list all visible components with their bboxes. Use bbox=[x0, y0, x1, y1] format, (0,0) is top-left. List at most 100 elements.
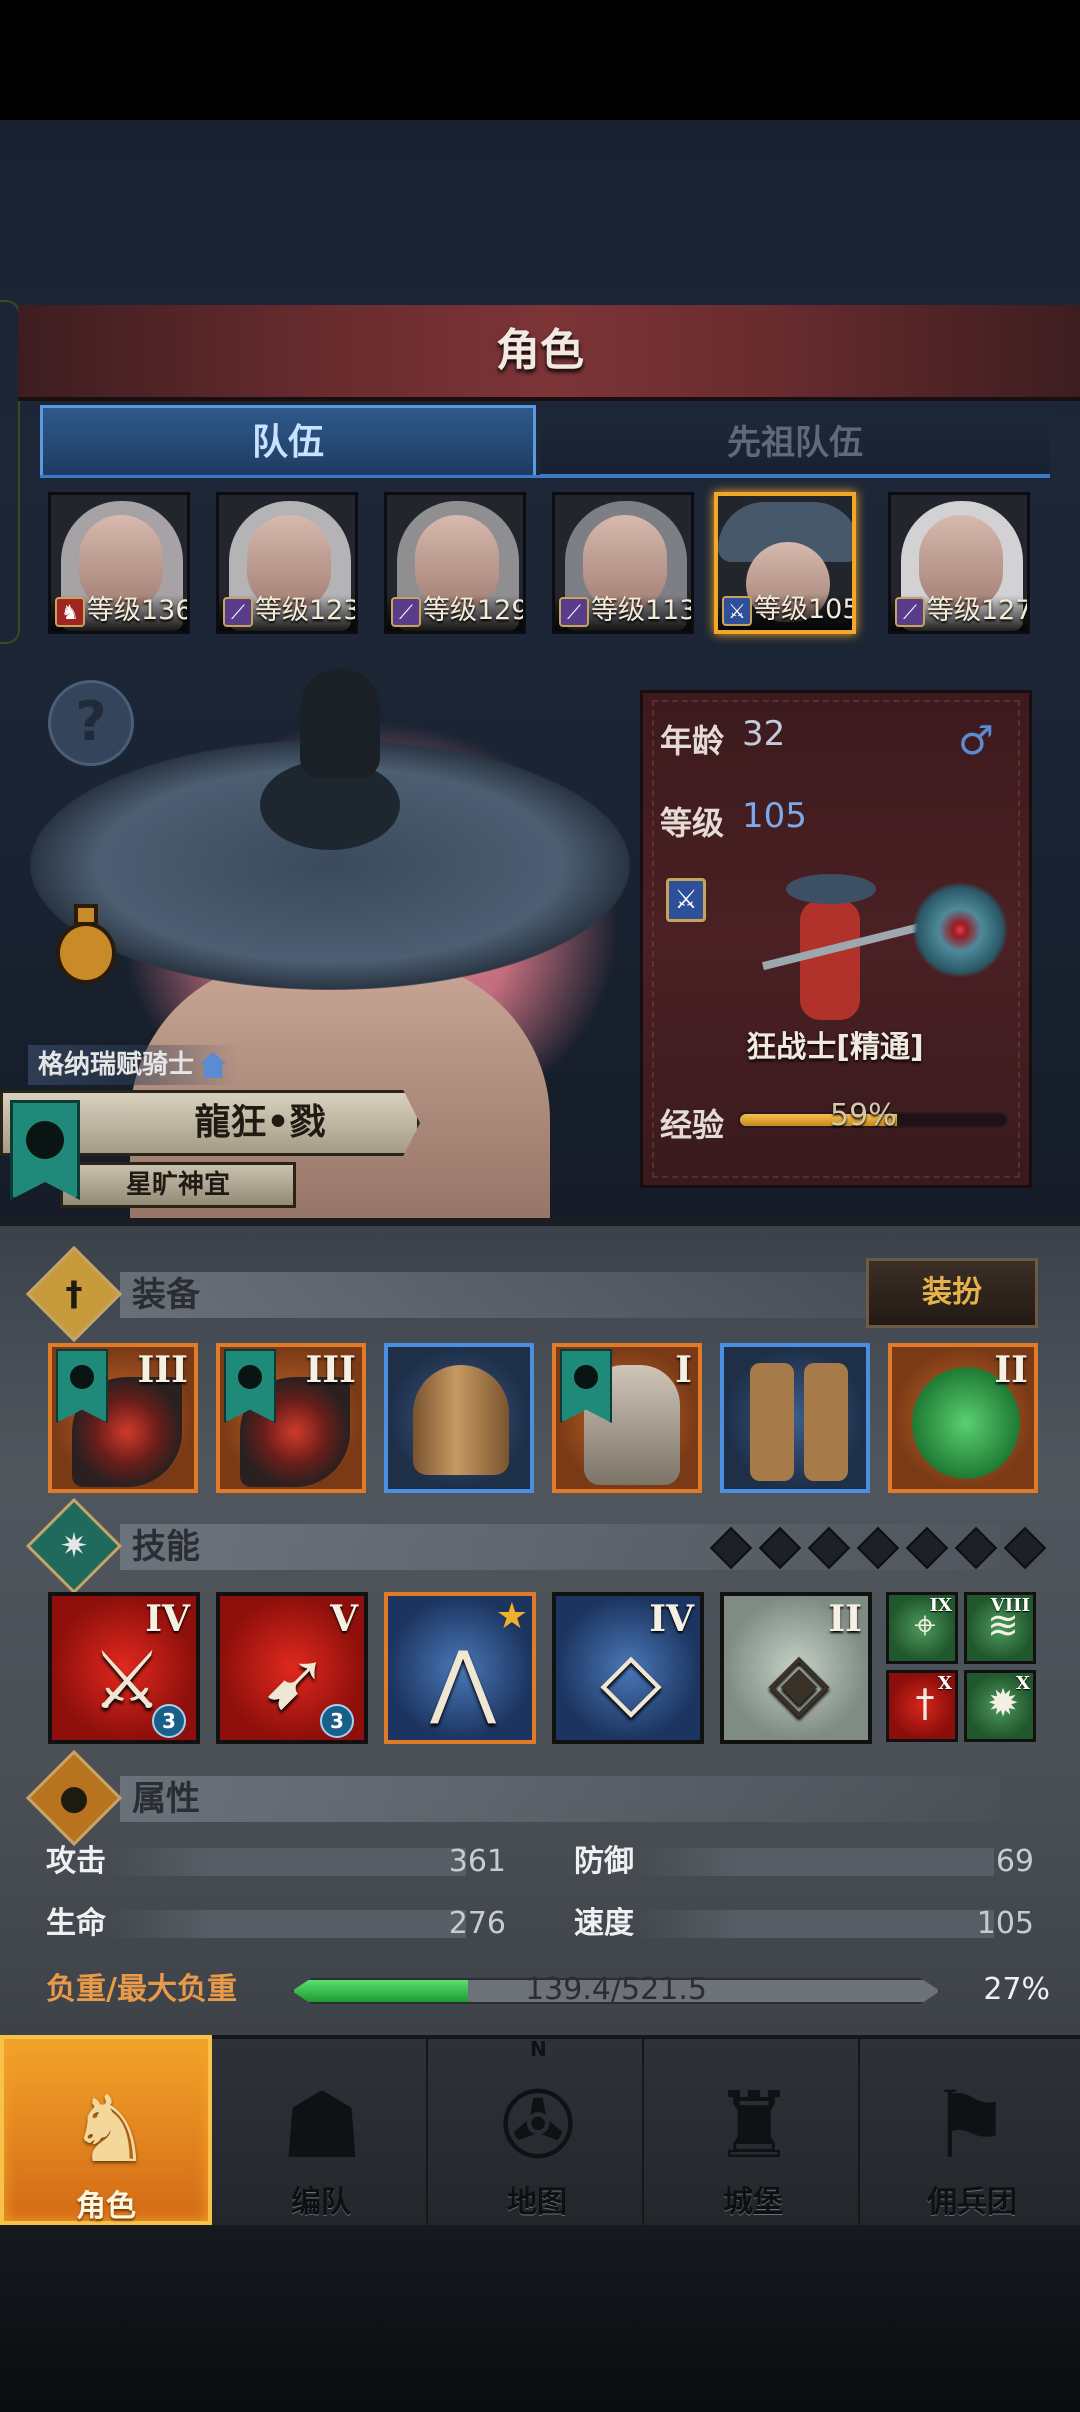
castle-icon: ♜ bbox=[712, 2072, 796, 2179]
class-figure-body bbox=[800, 900, 860, 1020]
passive-skill-3[interactable]: † X bbox=[886, 1670, 958, 1742]
skills-title: 技能 bbox=[132, 1527, 200, 1567]
class-figure-hat bbox=[786, 874, 876, 904]
skill-slot-4[interactable]: ◇ IV bbox=[552, 1592, 704, 1744]
equipment-title: 装备 bbox=[132, 1275, 200, 1315]
sun-emblem bbox=[238, 1365, 262, 1389]
team-member-portrait-selected[interactable]: ⚔ 等级105 bbox=[714, 492, 856, 634]
passive-skill-2[interactable]: ≋ VIII bbox=[964, 1592, 1036, 1664]
skill-badge: 3 bbox=[152, 1704, 186, 1738]
weight-percent: 27% bbox=[983, 1972, 1050, 2007]
sun-emblem bbox=[574, 1365, 598, 1389]
knight-icon: ♞ bbox=[68, 2076, 152, 2183]
nav-label: 角色 bbox=[76, 2189, 136, 2224]
equipment-rank: I bbox=[675, 1349, 692, 1391]
helmet-icon: ☗ bbox=[280, 2072, 364, 2179]
star-icon: ★ bbox=[495, 1596, 528, 1637]
age-label: 年龄 bbox=[660, 722, 725, 760]
weight-label: 负重/最大负重 bbox=[46, 1972, 237, 2007]
stat-label: 攻击 bbox=[46, 1844, 106, 1879]
skill-slot-2[interactable]: ➹ V 3 bbox=[216, 1592, 368, 1744]
level-label: 等级 bbox=[660, 804, 725, 842]
skill-star-icon: ✷ bbox=[59, 1526, 89, 1566]
skill-badge: 3 bbox=[320, 1704, 354, 1738]
tab-ancestor-team-label: 先祖队伍 bbox=[727, 423, 863, 463]
stat-attack: 攻击 361 bbox=[46, 1840, 506, 1884]
nav-map[interactable]: ✇ N 地图 bbox=[432, 2035, 644, 2225]
compass-icon: ✇ bbox=[499, 2072, 577, 2179]
sun-emblem bbox=[26, 1121, 64, 1159]
mercenary-icon: ⚑ bbox=[928, 2072, 1012, 2179]
stat-value: 276 bbox=[448, 1906, 506, 1941]
stat-label: 速度 bbox=[574, 1906, 634, 1941]
stat-value: 69 bbox=[995, 1844, 1034, 1879]
equipment-slot-boots[interactable] bbox=[720, 1343, 870, 1493]
team-member-portrait[interactable]: ⟋ 等级113 bbox=[552, 492, 694, 634]
team-member-portrait[interactable]: ⟋ 等级129 bbox=[384, 492, 526, 634]
tab-underline bbox=[40, 475, 1050, 478]
team-member-portrait[interactable]: ♞ 等级136 bbox=[48, 492, 190, 634]
skill-slot-3[interactable]: ⋀ ★ bbox=[384, 1592, 536, 1744]
potion-bottle bbox=[56, 922, 116, 984]
panel-divider bbox=[0, 1218, 1080, 1226]
equipment-slot-weapon-2[interactable]: III bbox=[216, 1343, 366, 1493]
crystal-sword-icon: ◇ bbox=[600, 1634, 662, 1727]
skill-slot-5[interactable]: ◈ II bbox=[720, 1592, 872, 1744]
age-value: 32 bbox=[742, 714, 786, 754]
skill-slot-1[interactable]: ⚔ IV 3 bbox=[48, 1592, 200, 1744]
sword-icon: ⚔ bbox=[666, 878, 706, 922]
equipment-rank: III bbox=[137, 1349, 188, 1391]
passive-skill-1[interactable]: ⌖ IX bbox=[886, 1592, 958, 1664]
level-value: 105 bbox=[742, 796, 807, 836]
crystal-shield-icon: ◈ bbox=[768, 1634, 830, 1727]
stat-value: 361 bbox=[448, 1844, 506, 1879]
skill-point-slot bbox=[905, 1526, 949, 1570]
boot-right-icon bbox=[804, 1363, 848, 1481]
portrait-level: 等级123 bbox=[255, 595, 358, 626]
passive-skill-4[interactable]: ✹ X bbox=[964, 1670, 1036, 1742]
passive-rank: IX bbox=[929, 1595, 952, 1616]
wand-icon: ⟋ bbox=[559, 597, 589, 627]
team-member-portrait[interactable]: ⟋ 等级123 bbox=[216, 492, 358, 634]
weight-value: 139.4/521.5 bbox=[525, 1972, 707, 2007]
character-name[interactable]: 龍狂•戮 bbox=[110, 1090, 410, 1156]
dress-up-button[interactable]: 装扮 bbox=[866, 1258, 1038, 1328]
stat-label: 生命 bbox=[46, 1906, 106, 1941]
sword-icon: ⚔ bbox=[722, 596, 752, 626]
skill-rank: V bbox=[330, 1598, 358, 1640]
help-icon[interactable]: ? bbox=[48, 680, 134, 766]
character-hair-bun bbox=[300, 668, 380, 778]
nav-mercenary[interactable]: ⚑ 佣兵团 bbox=[864, 2035, 1080, 2225]
equipment-slot-weapon-1[interactable]: III bbox=[48, 1343, 198, 1493]
tab-team-label: 队伍 bbox=[251, 422, 324, 463]
equipment-slot-helmet[interactable] bbox=[384, 1343, 534, 1493]
equipment-slot-amulet[interactable]: II bbox=[888, 1343, 1038, 1493]
nav-castle[interactable]: ♜ 城堡 bbox=[648, 2035, 860, 2225]
skill-rank: II bbox=[828, 1598, 862, 1640]
passive-rank: VIII bbox=[990, 1595, 1030, 1616]
potion-icon[interactable] bbox=[40, 900, 132, 992]
attributes-section-header: ● 属性 bbox=[25, 1749, 1050, 1847]
tab-team[interactable]: 队伍 bbox=[40, 405, 536, 477]
nav-formation[interactable]: ☗ 编队 bbox=[216, 2035, 428, 2225]
axe-head bbox=[910, 880, 1010, 980]
equipment-rank: II bbox=[994, 1349, 1028, 1391]
wand-icon: ⟋ bbox=[895, 597, 925, 627]
skill-point-slot bbox=[954, 1526, 998, 1570]
stat-value: 105 bbox=[976, 1906, 1034, 1941]
tab-ancestor-team[interactable]: 先祖队伍 bbox=[540, 410, 1050, 477]
team-member-portrait[interactable]: ⟋ 等级127 bbox=[888, 492, 1030, 634]
equipment-slot-armor[interactable]: I bbox=[552, 1343, 702, 1493]
exp-percent: 59% bbox=[830, 1098, 897, 1133]
portrait-level: 等级136 bbox=[87, 595, 190, 626]
system-nav-area bbox=[0, 2225, 1080, 2412]
male-icon: ♂ bbox=[958, 718, 994, 764]
portrait-level: 等级113 bbox=[591, 595, 694, 626]
dagger-icon: † bbox=[65, 1274, 83, 1314]
claw-strike-icon: ⋀ bbox=[430, 1634, 496, 1727]
nav-label: 城堡 bbox=[723, 2185, 783, 2220]
person-icon: ● bbox=[59, 1778, 89, 1818]
attributes-title: 属性 bbox=[132, 1779, 200, 1819]
nav-label: 地图 bbox=[507, 2185, 567, 2220]
nav-character[interactable]: ♞ 角色 bbox=[0, 2035, 212, 2225]
